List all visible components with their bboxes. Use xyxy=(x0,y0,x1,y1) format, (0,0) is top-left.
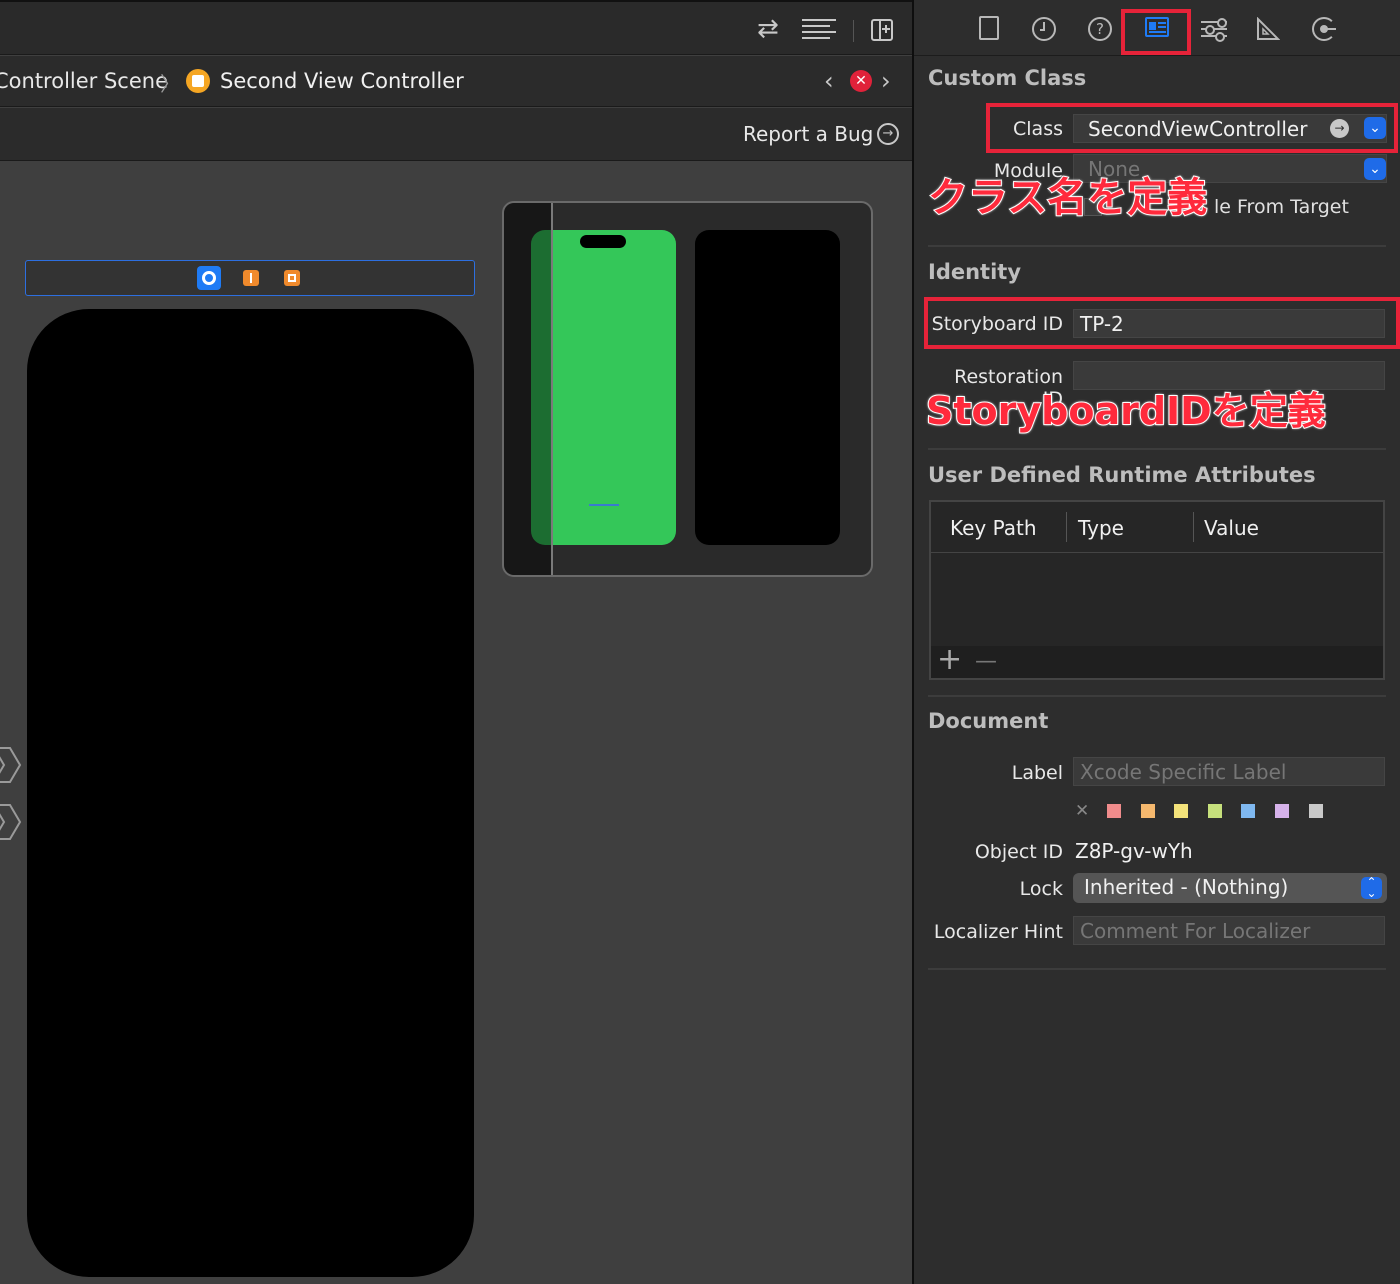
localizer-hint-input[interactable]: Comment For Localizer xyxy=(1073,916,1385,945)
lock-label: Lock xyxy=(1019,878,1063,900)
lock-value: Inherited - (Nothing) xyxy=(1084,875,1289,899)
label-label: Label xyxy=(1011,762,1063,784)
minimap-dim-area xyxy=(504,203,551,575)
chevron-right-icon[interactable]: › xyxy=(881,67,891,95)
object-id-label: Object ID xyxy=(974,841,1063,863)
breadcrumb-scene[interactable]: Controller Scene xyxy=(0,69,168,93)
lock-popup-button[interactable]: Inherited - (Nothing) ⌃ ⌄ xyxy=(1073,873,1387,903)
class-combobox[interactable]: SecondViewController → ⌄ xyxy=(1073,114,1387,143)
storyboard-id-label: Storyboard ID xyxy=(931,313,1063,335)
storyboard-id-input[interactable]: TP-2 xyxy=(1073,309,1385,338)
class-dropdown-chevron-icon[interactable]: ⌄ xyxy=(1364,117,1386,139)
breadcrumb-chevron-icon: 〉 xyxy=(160,72,180,96)
localizer-hint-placeholder: Comment For Localizer xyxy=(1080,919,1311,943)
identity-inspector: ? Custom Class Class SecondViewControlle… xyxy=(914,0,1400,1284)
color-swatch[interactable] xyxy=(1275,804,1289,818)
section-separator xyxy=(928,695,1386,697)
remove-attribute-button[interactable]: — xyxy=(975,649,997,674)
view-controller-dock-icon[interactable] xyxy=(197,266,221,290)
connections-arrow-icon[interactable] xyxy=(1312,17,1336,41)
breadcrumb-controller[interactable]: Second View Controller xyxy=(220,69,464,93)
help-question-icon[interactable]: ? xyxy=(1088,17,1112,41)
section-separator xyxy=(928,968,1386,970)
report-bug-link[interactable]: Report a Bug xyxy=(743,122,873,146)
table-footer: + — xyxy=(931,642,1383,678)
localizer-hint-label: Localizer Hint xyxy=(933,921,1063,943)
module-dropdown-chevron-icon[interactable]: ⌄ xyxy=(1364,158,1386,180)
runtime-attributes-table[interactable]: Key Path Type Value + — xyxy=(929,500,1385,680)
color-label-swatches xyxy=(1107,804,1347,820)
color-swatch[interactable] xyxy=(1140,804,1155,818)
storyboard-editor: ⇄ Controller Scene 〉 Second View Control… xyxy=(0,0,912,1284)
view-controller-icon xyxy=(186,69,210,93)
column-value[interactable]: Value xyxy=(1204,516,1259,540)
runtime-attributes-title: User Defined Runtime Attributes xyxy=(928,463,1316,487)
error-icon[interactable]: ✕ xyxy=(850,70,872,92)
first-responder-icon[interactable] xyxy=(243,270,259,286)
table-header: Key Path Type Value xyxy=(931,502,1383,553)
jump-bar: Controller Scene 〉 Second View Controlle… xyxy=(0,56,912,107)
canvas-minimap[interactable] xyxy=(502,201,873,577)
color-swatch[interactable] xyxy=(1241,804,1256,818)
go-to-class-arrow-icon[interactable]: → xyxy=(1330,119,1349,138)
object-id-value: Z8P-gv-wYh xyxy=(1075,839,1193,863)
identity-title: Identity xyxy=(928,260,1022,284)
annotation-storyboard-note: StoryboardIDを定義 xyxy=(925,388,1327,434)
align-lines-icon[interactable] xyxy=(802,19,836,41)
swap-arrows-icon[interactable]: ⇄ xyxy=(757,16,779,42)
attributes-sliders-icon[interactable] xyxy=(1201,18,1227,42)
storyboard-id-value: TP-2 xyxy=(1080,312,1124,336)
xcode-label-placeholder: Xcode Specific Label xyxy=(1080,760,1287,784)
color-swatch[interactable] xyxy=(1174,804,1189,818)
editor-toolbar: ⇄ xyxy=(0,0,912,55)
lock-updown-chevron-icon[interactable]: ⌃ ⌄ xyxy=(1361,876,1382,899)
column-type[interactable]: Type xyxy=(1078,516,1124,540)
color-swatch[interactable] xyxy=(1107,804,1121,818)
add-editor-icon[interactable] xyxy=(871,19,893,41)
color-swatch[interactable] xyxy=(1207,804,1222,818)
segue-connector-icon[interactable] xyxy=(0,746,22,784)
segue-connector-icon[interactable] xyxy=(0,803,22,841)
arrow-right-circle-icon[interactable]: → xyxy=(877,123,899,145)
annotation-class-note: クラス名を定義 xyxy=(927,174,1208,222)
toolbar-divider xyxy=(853,20,854,42)
file-inspector-icon[interactable] xyxy=(979,16,999,40)
clear-color-icon[interactable]: ✕ xyxy=(1075,801,1089,821)
class-label: Class xyxy=(1013,118,1063,140)
document-title: Document xyxy=(928,709,1049,733)
custom-class-title: Custom Class xyxy=(928,66,1087,90)
minimap-viewport-edge[interactable] xyxy=(551,203,553,575)
add-attribute-button[interactable]: + xyxy=(937,642,962,677)
section-separator xyxy=(928,448,1386,450)
inherit-module-label[interactable]: le From Target xyxy=(1214,196,1349,218)
color-swatch[interactable] xyxy=(1308,804,1323,818)
report-bug-bar: Report a Bug → xyxy=(0,108,912,161)
minimap-black-screen xyxy=(695,230,840,545)
class-value: SecondViewController xyxy=(1088,117,1308,141)
xcode-label-input[interactable]: Xcode Specific Label xyxy=(1073,757,1385,786)
history-clock-icon[interactable] xyxy=(1032,17,1056,41)
column-key-path[interactable]: Key Path xyxy=(950,516,1037,540)
exit-icon[interactable] xyxy=(284,270,300,286)
tab-bar-divider xyxy=(914,55,1400,56)
identity-inspector-icon[interactable] xyxy=(1145,17,1169,37)
chevron-left-icon[interactable]: ‹ xyxy=(824,67,834,95)
view-controller-canvas[interactable] xyxy=(27,309,474,1277)
section-separator xyxy=(928,245,1386,247)
size-ruler-icon[interactable] xyxy=(1256,16,1281,41)
scene-dock[interactable] xyxy=(25,260,475,296)
